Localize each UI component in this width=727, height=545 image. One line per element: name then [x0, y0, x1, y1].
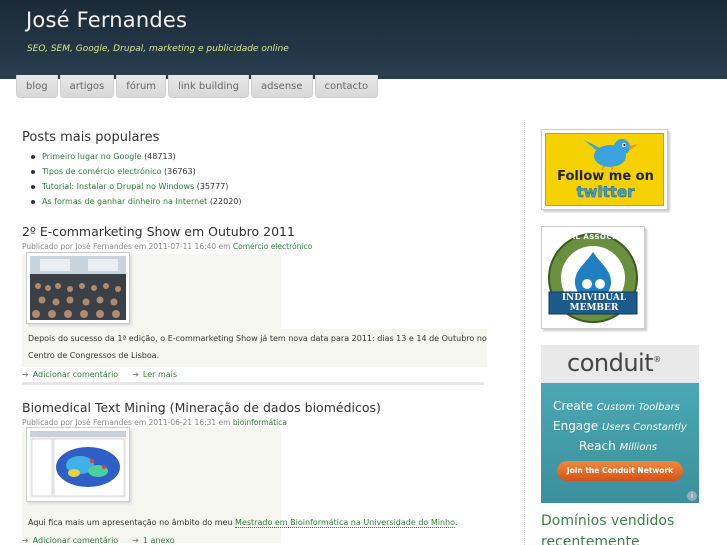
popular-post-link[interactable]: Primeiro lugar no Google	[42, 152, 142, 161]
drupal-badge-banner-line2: MEMBER	[569, 303, 619, 313]
attachment-link[interactable]: 1 anexo	[143, 536, 175, 545]
popular-post-link[interactable]: Tutorial: Instalar o Drupal no Windows	[42, 182, 194, 191]
post-links: ➔ Adicionar comentário ➔ Ler mais	[22, 370, 177, 379]
twitter-bird-icon	[584, 139, 638, 170]
conduit-ad-body: Create Custom Toolbars Engage Users Cons…	[541, 383, 699, 503]
conduit-logo-area: conduit®	[541, 345, 699, 383]
view-count: (22020)	[209, 197, 242, 206]
post-title[interactable]: Biomedical Text Mining (Mineração de dad…	[22, 400, 492, 415]
site-slogan: SEO, SEM, Google, Drupal, marketing e pu…	[27, 44, 289, 54]
post: 2º E-commarketing Show em Outubro 2011 P…	[22, 224, 492, 385]
post-body: Aqui fica mais um apresentação no âmbito…	[28, 514, 457, 531]
arrow-right-icon: ➔	[22, 370, 29, 379]
main-content: Posts mais populares Primeiro lugar no G…	[22, 128, 492, 545]
post-category-link[interactable]: bioinformática	[233, 418, 287, 427]
drupal-association-ring-text: DRUPAL ASSOCIATION	[546, 233, 642, 241]
screenshot-image	[30, 431, 126, 498]
add-comment-link[interactable]: Adicionar comentário	[33, 536, 118, 545]
list-item: Tutorial: Instalar o Drupal no Windows (…	[31, 179, 492, 194]
join-conduit-button[interactable]: Join the Conduit Network	[557, 461, 683, 481]
post-meta: Publicado por José Fernandes em 2011-07-…	[22, 242, 492, 251]
tab-artigos[interactable]: artigos	[59, 75, 115, 98]
tab-blog[interactable]: blog	[16, 75, 58, 98]
arrow-right-icon: ➔	[132, 370, 139, 379]
view-count: (48713)	[144, 152, 176, 161]
post-body-line: Centro de Congressos de Lisboa.	[28, 351, 160, 360]
sold-domains-title: Domínios vendidos recentemente	[541, 513, 675, 545]
list-item: Tipos de comércio electrónico (36763)	[31, 164, 492, 179]
post-body: Depois do sucesso da 1ª edição, o E-comm…	[28, 330, 487, 364]
tab-link-building[interactable]: link building	[168, 75, 249, 98]
post-submitted: Publicado por José Fernandes em 2011-07-…	[22, 242, 231, 251]
add-comment-link[interactable]: Adicionar comentário	[33, 370, 118, 379]
twitter-badge-line1: Follow me on	[557, 169, 654, 184]
arrow-right-icon: ➔	[22, 536, 29, 545]
popular-posts-title: Posts mais populares	[22, 130, 160, 145]
view-count: (36763)	[164, 167, 196, 176]
tab-adsense[interactable]: adsense	[250, 75, 313, 98]
post-links: ➔ Adicionar comentário ➔ 1 anexo	[22, 536, 175, 545]
post-title[interactable]: 2º E-commarketing Show em Outubro 2011	[22, 224, 492, 239]
drupal-badge-banner-line1: INDIVIDUAL	[561, 293, 627, 303]
post-meta: Publicado por José Fernandes em 2011-06-…	[22, 418, 492, 427]
popular-posts-list: Primeiro lugar no Google (48713) Tipos d…	[31, 149, 492, 209]
ad-info-icon[interactable]: i	[687, 491, 697, 501]
post-thumbnail[interactable]	[26, 427, 130, 502]
post-body-link[interactable]: Mestrado em Bioinformática na Universida…	[235, 518, 455, 528]
conference-photo-image	[30, 256, 126, 320]
post: Biomedical Text Mining (Mineração de dad…	[22, 400, 492, 543]
conduit-logo: conduit®	[567, 349, 661, 377]
sidebar-divider	[524, 120, 525, 545]
popular-post-link[interactable]: Tipos de comércio electrónico	[42, 167, 161, 176]
post-body-text: Aqui fica mais um apresentação no âmbito…	[28, 518, 233, 527]
view-count: (35777)	[196, 182, 229, 191]
twitter-follow-badge[interactable]: Follow me on twitter	[541, 129, 668, 210]
site-header: José Fernandes SEO, SEM, Google, Drupal,…	[0, 0, 727, 79]
post-divider	[22, 382, 484, 385]
conduit-ad[interactable]: conduit® Create Custom Toolbars Engage U…	[541, 345, 699, 503]
arrow-right-icon: ➔	[132, 536, 139, 545]
read-more-link[interactable]: Ler mais	[143, 370, 177, 379]
primary-nav: blog artigos fórum link building adsense…	[16, 75, 379, 98]
conduit-ad-text: Create Custom Toolbars Engage Users Cons…	[553, 399, 687, 453]
post-thumbnail[interactable]	[26, 252, 130, 324]
post-body-line: Depois do sucesso da 1ª edição, o E-comm…	[28, 334, 487, 343]
post-body-text: .	[454, 518, 458, 527]
tab-contacto[interactable]: contacto	[314, 75, 379, 98]
site-title[interactable]: José Fernandes	[26, 8, 187, 32]
list-item: Primeiro lugar no Google (48713)	[31, 149, 492, 164]
list-item: As formas de ganhar dinheiro na Internet…	[31, 194, 492, 209]
twitter-badge-line2: twitter	[576, 183, 635, 201]
drupal-association-badge[interactable]: DRUPAL ASSOCIATION INDIVIDUAL MEMBER	[541, 226, 645, 329]
tab-forum[interactable]: fórum	[116, 75, 167, 98]
post-category-link[interactable]: Comércio electrónico	[233, 242, 312, 251]
post-submitted: Publicado por José Fernandes em 2011-06-…	[22, 418, 231, 427]
popular-post-link[interactable]: As formas de ganhar dinheiro na Internet	[42, 197, 207, 206]
